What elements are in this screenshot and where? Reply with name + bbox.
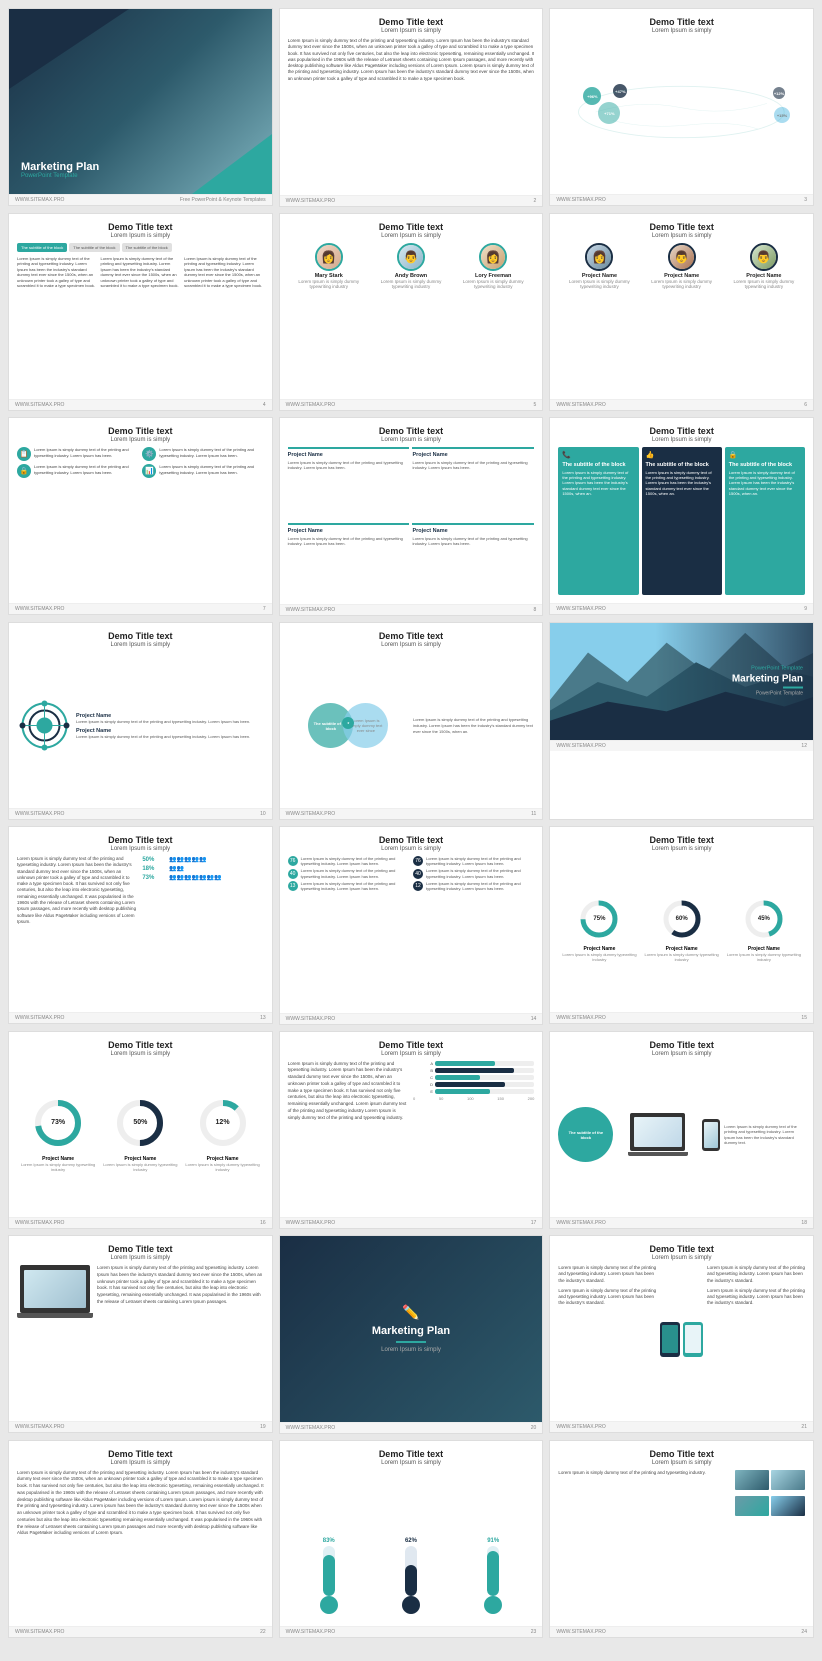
slide-15: Demo Title text Lorem Ipsum is simply 75… xyxy=(549,826,814,1024)
thermo-91: 91% xyxy=(484,1538,502,1614)
list-icon-3: ⚙️ xyxy=(142,447,156,461)
slide-1: Marketing Plan PowerPoint Template WWW.S… xyxy=(8,8,273,206)
dark-card-1: 👍 The subtitle of the block Lorem Ipsum … xyxy=(642,447,722,595)
slide-23: Demo Title text Lorem Ipsum is simply 83… xyxy=(279,1440,544,1639)
slide-20-cover: ✏️ Marketing Plan Lorem Ipsum is simply xyxy=(280,1236,543,1422)
donut-1: 75% xyxy=(579,899,619,939)
slide-10-content: Project Name Lorem Ipsum is simply dummy… xyxy=(17,652,264,800)
slide-12: PowerPoint Template Marketing Plan Power… xyxy=(549,622,814,820)
avatar-andy: 👨 xyxy=(397,243,425,271)
photo-1 xyxy=(735,1470,769,1490)
slide-4-tabs: The subtitle of the block The subtitle o… xyxy=(17,243,264,252)
slide-8: Demo Title text Lorem Ipsum is simply Pr… xyxy=(279,417,544,616)
bar-chart-area: A B C D E xyxy=(413,1061,534,1210)
cover-subtitle: PowerPoint Template xyxy=(21,173,99,179)
teal-card-2: 🔒 The subtitle of the block Lorem Ipsum … xyxy=(725,447,805,595)
pencil-icon: ✏️ xyxy=(402,1304,419,1321)
slide-3-chart: +96% +47% +71% +12% +15% xyxy=(558,38,805,186)
mountain-image: PowerPoint Template Marketing Plan Power… xyxy=(550,623,813,741)
photo-4 xyxy=(771,1496,805,1516)
footer-site: WWW.SITEMAX.PRO xyxy=(15,197,64,203)
slide-13-content: Lorem Ipsum is simply dummy text of the … xyxy=(17,856,264,1004)
slide-21: Demo Title text Lorem Ipsum is simply Lo… xyxy=(549,1235,814,1433)
tab-1[interactable]: The subtitle of the block xyxy=(17,243,67,252)
big-donut-50: 50% xyxy=(115,1098,165,1148)
slide-19: Demo Title text Lorem Ipsum is simply Lo… xyxy=(8,1235,273,1433)
avatar-mary: 👩 xyxy=(315,243,343,271)
slide-23-thermos: 83% 62% 91% xyxy=(288,1470,535,1619)
slide-13: Demo Title text Lorem Ipsum is simply Lo… xyxy=(8,826,273,1024)
num-13: 13 xyxy=(288,881,298,891)
avatar-p1: 👩 xyxy=(585,243,613,271)
slide-6-people: 👩 Project Name Lorem Ipsum is simply dum… xyxy=(558,243,805,391)
slide-18: Demo Title text Lorem Ipsum is simply Th… xyxy=(549,1031,814,1229)
photo-3 xyxy=(735,1496,769,1516)
phone-device xyxy=(702,1119,720,1151)
avatar-p3: 👨 xyxy=(750,243,778,271)
photo-2 xyxy=(771,1470,805,1490)
slide-7-content: 📋 Lorem Ipsum is simply dummy text of th… xyxy=(17,447,264,595)
list-icon-2: 🔒 xyxy=(17,464,31,478)
slide-21-content: Lorem Ipsum is simply dummy text of the … xyxy=(558,1265,805,1413)
phone-1 xyxy=(660,1322,680,1357)
phone-2 xyxy=(683,1322,703,1357)
slide-22: Demo Title text Lorem Ipsum is simply Lo… xyxy=(8,1440,273,1638)
photo-grid xyxy=(735,1470,805,1520)
slide-5-people: 👩 Mary Stark Lorem Ipsum is simply dummy… xyxy=(288,243,535,392)
slide-11: Demo Title text Lorem Ipsum is simply Th… xyxy=(279,622,544,821)
slide-17: Demo Title text Lorem Ipsum is simply Lo… xyxy=(279,1031,544,1230)
slide-19-content: Lorem Ipsum is simply dummy text of the … xyxy=(17,1265,264,1413)
cover-title: Marketing Plan xyxy=(21,161,99,173)
list-icon-1: 📋 xyxy=(17,447,31,461)
slide-5: Demo Title text Lorem Ipsum is simply 👩 … xyxy=(279,213,544,412)
slide-15-donuts: 75% Project Name Lorem Ipsum is simply d… xyxy=(558,856,805,1004)
tab-2[interactable]: The subtitle of the block xyxy=(69,243,119,252)
donut-2: 60% xyxy=(662,899,702,939)
donut-3: 45% xyxy=(744,899,784,939)
slide-10: Demo Title text Lorem Ipsum is simply xyxy=(8,622,273,820)
num-76: 76 xyxy=(288,856,298,866)
big-donut-12: 12% xyxy=(198,1098,248,1148)
slide-24: Demo Title text Lorem Ipsum is simply Lo… xyxy=(549,1440,814,1638)
slides-grid: Marketing Plan PowerPoint Template WWW.S… xyxy=(8,8,814,1638)
thermo-83: 83% xyxy=(320,1538,338,1614)
laptop-device xyxy=(630,1113,685,1151)
laptop-2 xyxy=(20,1265,90,1313)
slide-16-donuts: 73% Project Name Lorem Ipsum is simply d… xyxy=(17,1061,264,1209)
slide-9-cards: 📞 The subtitle of the block Lorem Ipsum … xyxy=(558,447,805,595)
avatar-p2: 👨 xyxy=(668,243,696,271)
footer-tagline: Free PowerPoint & Keynote Templates xyxy=(180,197,266,203)
slide-4-content: Lorem Ipsum is simply dummy text of the … xyxy=(17,256,264,391)
slide-11-venn: The subtitle of the block Lorem Ipsum is… xyxy=(288,652,535,801)
slide-17-content: Lorem Ipsum is simply dummy text of the … xyxy=(288,1061,535,1210)
teal-card-1: 📞 The subtitle of the block Lorem Ipsum … xyxy=(558,447,638,595)
slide-2-text: Lorem Ipsum is simply dummy text of the … xyxy=(288,38,535,187)
slide-3: Demo Title text Lorem Ipsum is simply +9… xyxy=(549,8,814,206)
thermo-62: 62% xyxy=(402,1538,420,1614)
slide-2-subtitle: Lorem Ipsum is simply xyxy=(288,28,535,34)
slide-2: Demo Title text Lorem Ipsum is simply Lo… xyxy=(279,8,544,207)
list-icon-4: 📊 xyxy=(142,464,156,478)
slide-6: Demo Title text Lorem Ipsum is simply 👩 … xyxy=(549,213,814,411)
avatar-lory: 👩 xyxy=(479,243,507,271)
slide-8-grid: Project Name Lorem Ipsum is simply dummy… xyxy=(288,447,535,596)
slide-16: Demo Title text Lorem Ipsum is simply 73… xyxy=(8,1031,273,1229)
num-40: 40 xyxy=(288,869,298,879)
big-donut-73: 73% xyxy=(33,1098,83,1148)
slide-14-content: 76 Lorem Ipsum is simply dummy text of t… xyxy=(288,856,535,1005)
slide-4: Demo Title text Lorem Ipsum is simply Th… xyxy=(8,213,273,411)
slide-18-content: The subtitle of the block xyxy=(558,1061,805,1209)
slide-14: Demo Title text Lorem Ipsum is simply 76… xyxy=(279,826,544,1025)
slide-24-content: Lorem Ipsum is simply dummy text of the … xyxy=(558,1470,805,1618)
slide-20: ✏️ Marketing Plan Lorem Ipsum is simply … xyxy=(279,1235,544,1434)
slide-9: Demo Title text Lorem Ipsum is simply 📞 … xyxy=(549,417,814,615)
teal-bubble: The subtitle of the block xyxy=(558,1107,613,1162)
tab-3[interactable]: The subtitle of the block xyxy=(122,243,172,252)
slide-7: Demo Title text Lorem Ipsum is simply 📋 … xyxy=(8,417,273,615)
slide-2-title: Demo Title text xyxy=(288,17,535,27)
